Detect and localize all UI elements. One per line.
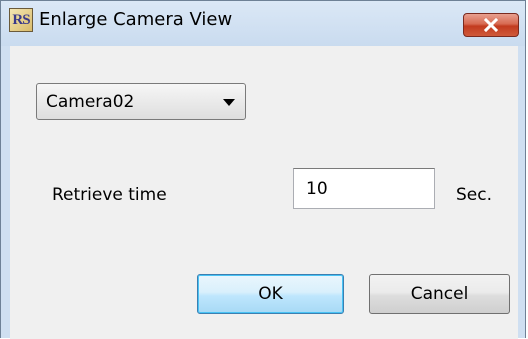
close-icon — [484, 18, 498, 32]
cancel-button[interactable]: Cancel — [369, 274, 510, 314]
app-logo-icon: RS — [9, 8, 33, 32]
camera-dropdown-value: Camera02 — [46, 92, 135, 112]
retrieve-time-input[interactable] — [293, 168, 435, 209]
dialog-window: RS Enlarge Camera View Camera02 Retrieve… — [0, 0, 526, 339]
seconds-unit-label: Sec. — [456, 185, 493, 205]
title-bar[interactable]: RS Enlarge Camera View — [1, 1, 525, 46]
dialog-body: Camera02 Retrieve time Sec. OK Cancel — [10, 46, 518, 339]
camera-dropdown[interactable]: Camera02 — [36, 83, 246, 120]
close-button[interactable] — [463, 13, 519, 37]
ok-button[interactable]: OK — [197, 274, 344, 314]
chevron-down-icon — [223, 99, 235, 106]
window-title: Enlarge Camera View — [39, 9, 233, 30]
retrieve-time-label: Retrieve time — [52, 185, 167, 205]
